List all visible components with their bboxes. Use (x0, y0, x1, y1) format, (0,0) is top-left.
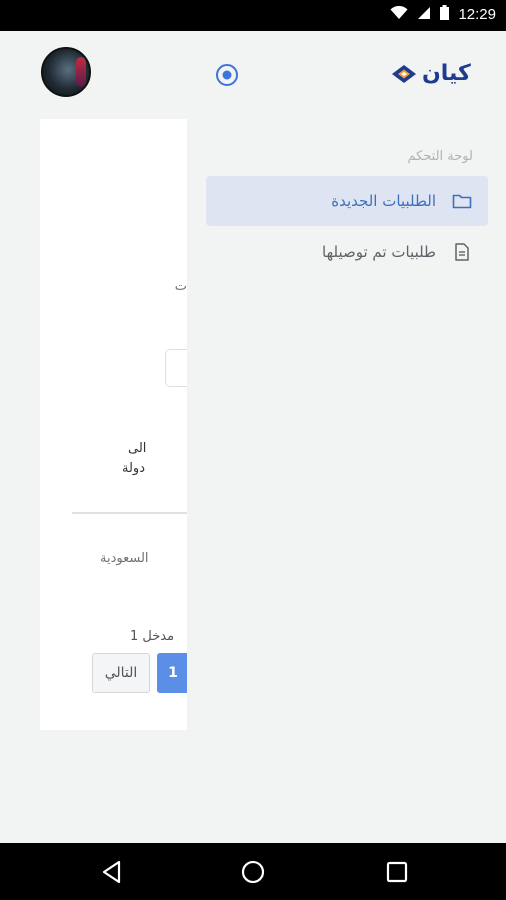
home-icon[interactable] (240, 859, 266, 885)
filter-input-fragment[interactable] (165, 349, 187, 387)
table-divider (72, 512, 187, 514)
user-avatar[interactable] (41, 47, 91, 97)
status-bar: 12:29 (0, 0, 506, 31)
folder-icon (452, 191, 472, 211)
menu-item-new-orders[interactable]: الطلبيات الجديدة (206, 176, 488, 226)
table-cell-country: السعودية (100, 551, 149, 566)
orders-card: ت الى دولة السعودية 1 مدخل التالي 1 (40, 119, 187, 730)
field-label-fragment: ت (174, 279, 187, 294)
battery-icon (440, 5, 450, 24)
entries-count: 1 مدخل (130, 629, 175, 644)
column-header-line1: الى (128, 441, 147, 456)
document-icon (452, 242, 472, 262)
menu-item-label: طلبيات تم توصيلها (322, 243, 436, 261)
page-1-button[interactable]: 1 (157, 653, 187, 693)
app-logo: كيان (390, 61, 472, 86)
recents-icon[interactable] (384, 859, 410, 885)
signal-icon (417, 6, 431, 24)
app-screen: كيان ت الى دولة السعودية 1 مدخل التالي 1… (0, 31, 506, 843)
back-icon[interactable] (99, 859, 125, 885)
wifi-icon (390, 5, 408, 24)
column-header-line2: دولة (122, 461, 145, 476)
logo-mark-icon (392, 64, 416, 83)
side-drawer: لوحة التحكم الطلبيات الجديدة طلبيات تم ت… (187, 119, 506, 819)
next-page-button[interactable]: التالي (92, 653, 150, 693)
navigation-bar (0, 843, 506, 900)
target-icon[interactable] (215, 63, 239, 87)
logo-text: كيان (422, 61, 472, 86)
status-time: 12:29 (458, 6, 496, 23)
avatar-accent (76, 57, 86, 87)
menu-item-label: الطلبيات الجديدة (331, 192, 436, 210)
menu-item-delivered-orders[interactable]: طلبيات تم توصيلها (206, 227, 488, 277)
status-right: 12:29 (390, 5, 496, 24)
drawer-heading: لوحة التحكم (407, 149, 473, 164)
